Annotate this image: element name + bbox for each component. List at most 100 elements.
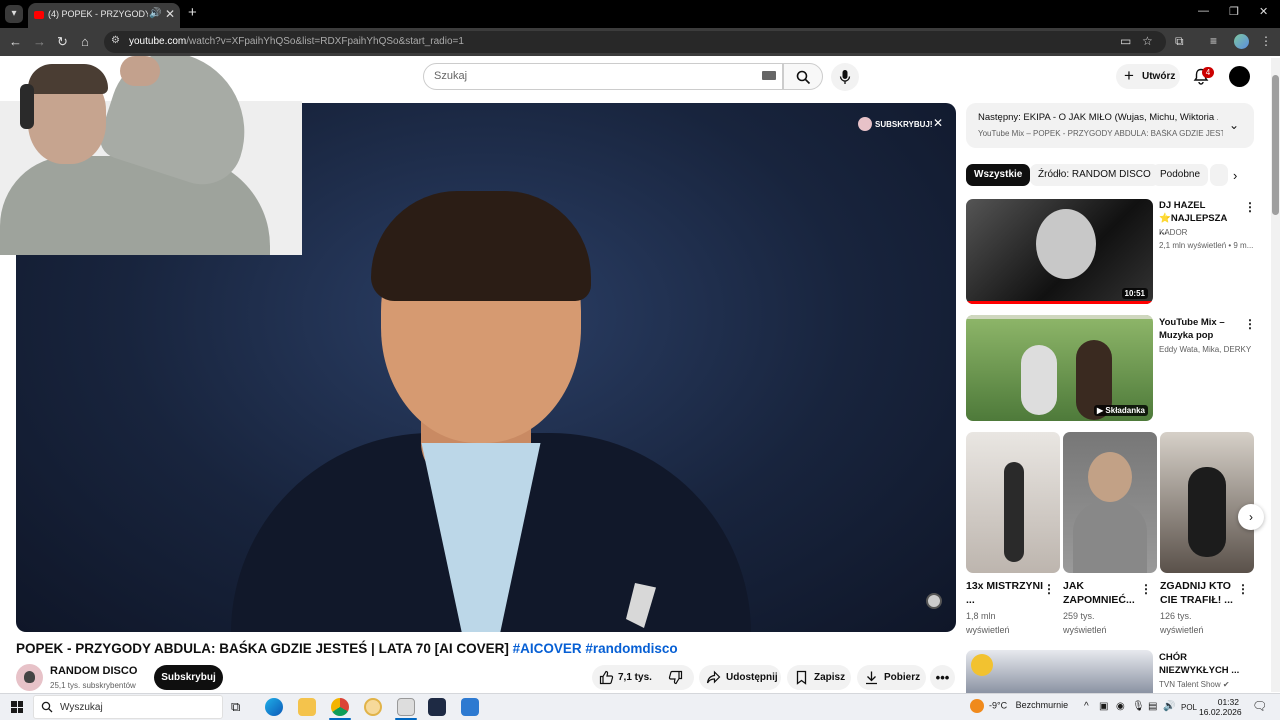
chevron-down-icon[interactable]: ⌄ xyxy=(1229,118,1239,132)
star-icon[interactable]: ☆ xyxy=(1142,34,1153,48)
taskbar-search[interactable]: Wyszukaj xyxy=(33,695,223,719)
chip-more[interactable] xyxy=(1210,164,1228,186)
avatar[interactable] xyxy=(1229,66,1250,87)
app-icon[interactable] xyxy=(428,698,446,716)
edge-icon[interactable] xyxy=(265,698,283,716)
search-icon xyxy=(41,701,53,713)
playlist-next-panel[interactable]: Następny: EKIPA - O JAK MIŁO (Wujas, Mic… xyxy=(966,103,1254,148)
create-button[interactable]: + Utwórz xyxy=(1116,64,1180,89)
chrome-icon[interactable] xyxy=(331,698,349,716)
plus-icon[interactable]: + xyxy=(188,4,197,21)
volume-icon[interactable]: 🔊 xyxy=(1163,701,1175,712)
speaker-icon[interactable]: 🔊 xyxy=(149,8,161,19)
share-button[interactable]: Udostępnij xyxy=(699,665,781,690)
file-explorer-icon[interactable] xyxy=(298,698,316,716)
more-vert-icon[interactable]: ⋮ xyxy=(1237,582,1249,596)
headphones-icon xyxy=(20,84,34,129)
video-thumbnail[interactable] xyxy=(966,650,1153,693)
thumbs-up-icon[interactable] xyxy=(599,670,614,685)
extensions-icon[interactable]: ⧉ xyxy=(1175,34,1184,49)
close-window-icon[interactable]: ✕ xyxy=(1259,5,1268,18)
channel-name[interactable]: RANDOM DISCO xyxy=(50,665,137,677)
menu-icon[interactable]: ⋮ xyxy=(1260,34,1272,48)
short-thumbnail[interactable] xyxy=(1160,432,1254,573)
more-actions-icon[interactable]: ••• xyxy=(930,665,955,690)
tab-title: (4) POPEK - PRZYGODY ABDULA xyxy=(48,9,148,19)
chevron-right-icon[interactable]: › xyxy=(1238,504,1264,530)
back-icon[interactable]: ← xyxy=(9,34,22,49)
more-vert-icon[interactable]: ⋮ xyxy=(1244,317,1256,331)
short-views: wyświetleń xyxy=(1160,625,1204,635)
restore-icon[interactable]: ❐ xyxy=(1229,5,1239,18)
chevron-up-icon[interactable]: ^ xyxy=(1084,701,1089,712)
hashtag-link[interactable]: #AICOVER xyxy=(513,641,582,656)
short-title[interactable]: JAK ZAPOMNIEĆ... xyxy=(1063,579,1141,607)
next-up-line: Następny: EKIPA - O JAK MIŁO (Wujas, Mic… xyxy=(978,112,1218,123)
search-input[interactable]: Szukaj xyxy=(434,70,467,82)
close-icon[interactable]: ✕ xyxy=(933,116,943,130)
tray-app-icon[interactable]: ◉ xyxy=(1116,701,1125,712)
mix-thumbnail[interactable]: ▶ Składanka xyxy=(966,315,1153,421)
chevron-right-icon[interactable]: › xyxy=(1233,168,1237,183)
tray-app-icon[interactable]: ▣ xyxy=(1099,701,1108,712)
chip-source[interactable]: Źródło: RANDOM DISCO xyxy=(1030,164,1159,186)
tab-list-icon[interactable]: ▾ xyxy=(5,5,23,23)
windows-start-icon[interactable] xyxy=(11,701,23,713)
voice-search-button[interactable] xyxy=(831,63,859,91)
profile-icon[interactable] xyxy=(1234,34,1249,49)
paint-icon[interactable] xyxy=(461,698,479,716)
channel-watermark-icon[interactable] xyxy=(926,593,942,609)
more-vert-icon[interactable]: ⋮ xyxy=(1043,582,1055,596)
install-icon[interactable]: ▭ xyxy=(1120,34,1131,48)
short-views: 259 tys. xyxy=(1063,611,1095,621)
rec-title[interactable]: YouTube Mix – Muzyka pop xyxy=(1159,316,1237,342)
chip-all[interactable]: Wszystkie xyxy=(966,164,1031,186)
more-vert-icon[interactable]: ⋮ xyxy=(1140,582,1152,596)
clock[interactable]: 01:32 16.02.2026 xyxy=(1199,697,1242,717)
notepad-icon[interactable] xyxy=(397,698,415,716)
forward-icon[interactable]: → xyxy=(33,34,46,49)
tray-app-icon[interactable]: ▤ xyxy=(1148,701,1157,712)
download-button[interactable]: Pobierz xyxy=(857,665,926,690)
task-view-icon[interactable]: ⧉ xyxy=(231,699,249,717)
short-thumbnail[interactable] xyxy=(966,432,1060,573)
save-button[interactable]: Zapisz xyxy=(787,665,851,690)
chip-related[interactable]: Podobne xyxy=(1152,164,1209,186)
create-label: Utwórz xyxy=(1142,71,1176,82)
mic-tray-icon[interactable]: 🎙 xyxy=(1132,701,1145,712)
keyboard-icon[interactable] xyxy=(762,71,776,80)
short-thumbnail[interactable] xyxy=(1063,432,1157,573)
close-icon[interactable]: ✕ xyxy=(165,7,175,21)
hashtag-link[interactable]: #randomdisco xyxy=(585,641,677,656)
channel-avatar[interactable] xyxy=(16,664,43,691)
reload-icon[interactable]: ↻ xyxy=(57,34,68,50)
language-indicator[interactable]: POL xyxy=(1181,703,1197,712)
rec-title[interactable]: CHÓR NIEZWYKŁYCH ... xyxy=(1159,651,1249,677)
home-icon[interactable]: ⌂ xyxy=(81,34,89,49)
more-vert-icon[interactable]: ⋮ xyxy=(1244,200,1256,214)
subscribe-overlay-button[interactable]: SUBSKRYBUJ! xyxy=(856,116,933,133)
reading-list-icon[interactable]: ≡ xyxy=(1210,34,1217,48)
thumbs-down-icon[interactable] xyxy=(668,670,683,685)
search-box[interactable]: Szukaj xyxy=(423,63,783,90)
browser-toolbar: ← → ↻ ⌂ ⚙ youtube.com/watch?v=XFpaihYhQS… xyxy=(0,28,1280,56)
video-title: POPEK - PRZYGODY ABDULA: BAŚKA GDZIE JES… xyxy=(16,641,678,656)
short-title[interactable]: ZGADNIJ KTO CIE TRAFIŁ! ... xyxy=(1160,579,1238,607)
short-title[interactable]: 13x MISTRZYNI ... xyxy=(966,579,1044,607)
like-count[interactable]: 7,1 tys. xyxy=(618,672,652,683)
site-info-icon[interactable]: ⚙ xyxy=(111,35,120,46)
search-button[interactable] xyxy=(783,63,823,90)
minimize-icon[interactable]: — xyxy=(1198,5,1209,17)
plus-icon: + xyxy=(1124,66,1134,85)
weather-widget[interactable]: -9°C Bezchmurnie xyxy=(970,699,1068,713)
notifications-icon[interactable]: 🗨 xyxy=(1252,699,1267,713)
browser-tab-strip: ▾ (4) POPEK - PRZYGODY ABDULA 🔊 ✕ + — ❐ … xyxy=(0,0,1280,28)
video-thumbnail[interactable]: 10:51 xyxy=(966,199,1153,304)
address-bar[interactable]: ⚙ youtube.com/watch?v=XFpaihYhQSo&list=R… xyxy=(104,31,1166,53)
browser-tab[interactable]: (4) POPEK - PRZYGODY ABDULA 🔊 ✕ xyxy=(28,3,180,28)
rec-meta: 2,1 mln wyświetleń • 9 m... xyxy=(1159,241,1254,250)
app-icon[interactable] xyxy=(364,698,382,716)
scrollbar-thumb[interactable] xyxy=(1272,75,1279,215)
subscribe-button[interactable]: Subskrybuj xyxy=(154,665,223,690)
rec-channel[interactable]: KADOR xyxy=(1159,228,1254,237)
